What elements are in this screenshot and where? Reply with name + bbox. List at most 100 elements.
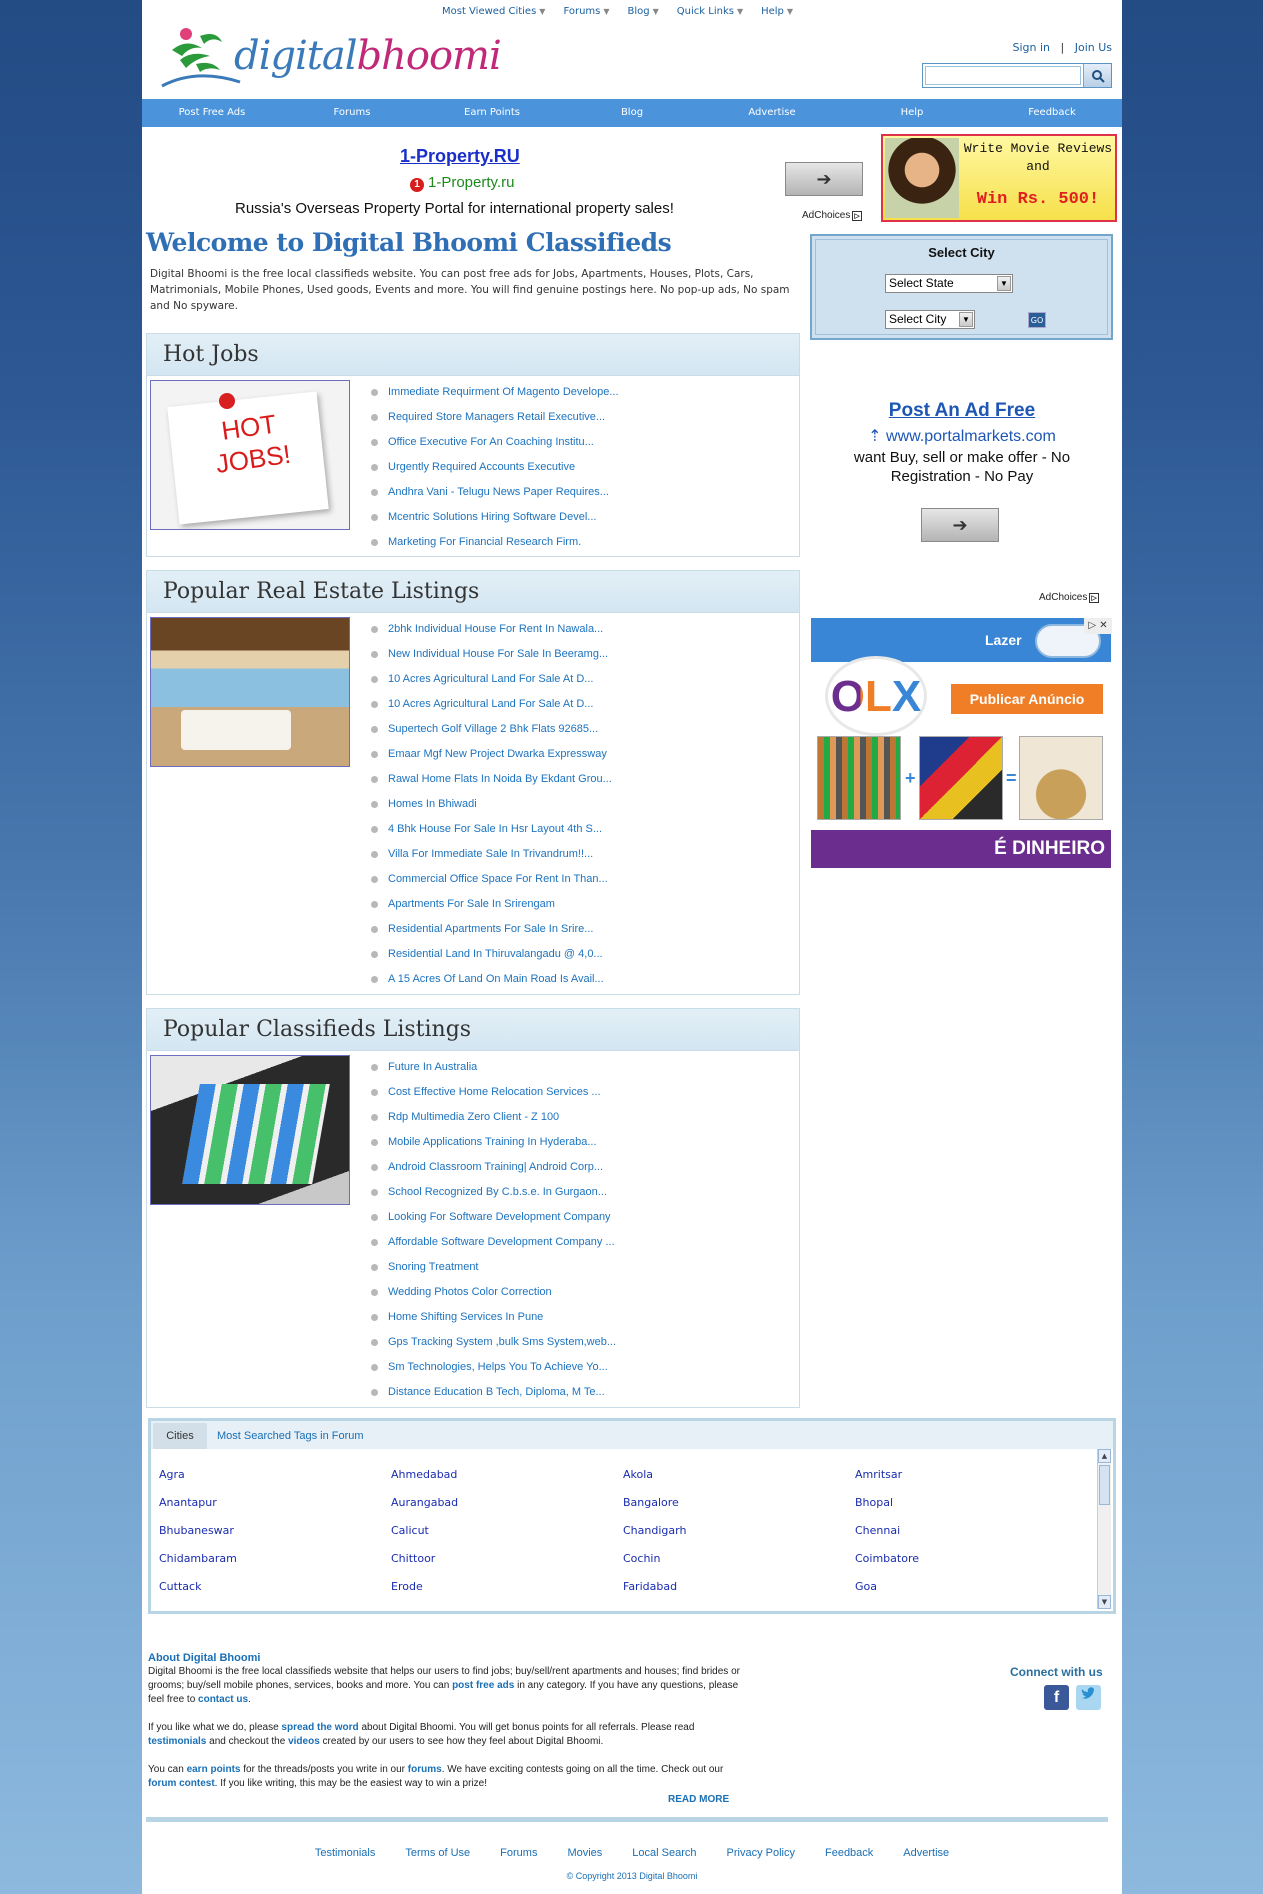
- search-button[interactable]: [1083, 64, 1111, 87]
- movie-review-ad[interactable]: Write Movie Reviews and Win Rs. 500!: [881, 134, 1117, 222]
- city-link[interactable]: Cuttack: [159, 1573, 391, 1601]
- hot-jobs-image[interactable]: HOT JOBS!: [150, 380, 350, 530]
- list-item[interactable]: Android Classroom Training| Android Corp…: [371, 1155, 616, 1180]
- list-item[interactable]: Marketing For Financial Research Firm.: [371, 530, 619, 555]
- real-estate-image[interactable]: [150, 617, 350, 767]
- city-select[interactable]: Select City ▼: [885, 310, 975, 329]
- list-item[interactable]: Affordable Software Development Company …: [371, 1230, 616, 1255]
- list-item[interactable]: Gps Tracking System ,bulk Sms System,web…: [371, 1330, 616, 1355]
- list-item[interactable]: Supertech Golf Village 2 Bhk Flats 92685…: [371, 717, 612, 742]
- city-link[interactable]: Akola: [623, 1461, 855, 1489]
- city-link[interactable]: Bhopal: [855, 1489, 1087, 1517]
- city-link[interactable]: Chennai: [855, 1517, 1087, 1545]
- list-item[interactable]: Home Shifting Services In Pune: [371, 1305, 616, 1330]
- city-link[interactable]: Goa: [855, 1573, 1087, 1601]
- list-item[interactable]: 2bhk Individual House For Rent In Nawala…: [371, 617, 612, 642]
- nav-feedback[interactable]: Feedback: [982, 99, 1122, 127]
- city-link[interactable]: Bangalore: [623, 1489, 855, 1517]
- list-item[interactable]: Snoring Treatment: [371, 1255, 616, 1280]
- earn-points-link[interactable]: earn points: [187, 1764, 241, 1775]
- footer-link-feedback[interactable]: Feedback: [825, 1847, 873, 1859]
- city-link[interactable]: Chittoor: [391, 1545, 623, 1573]
- property-ad-arrow-button[interactable]: ➔: [785, 162, 863, 196]
- tab-cities[interactable]: Cities: [153, 1423, 207, 1449]
- adchoices-label[interactable]: AdChoices ▷: [802, 210, 862, 221]
- scroll-down-icon[interactable]: ▼: [1098, 1595, 1111, 1609]
- top-nav-help[interactable]: Help ▼: [761, 6, 793, 17]
- list-item[interactable]: Office Executive For An Coaching Institu…: [371, 430, 619, 455]
- adchoices-label[interactable]: AdChoices ▷: [1039, 592, 1099, 603]
- city-link[interactable]: Amritsar: [855, 1461, 1087, 1489]
- city-link[interactable]: Erode: [391, 1573, 623, 1601]
- property-ad-url[interactable]: 1 1-Property.ru: [410, 174, 514, 192]
- forum-contest-link[interactable]: forum contest: [148, 1778, 215, 1789]
- list-item[interactable]: Distance Education B Tech, Diploma, M Te…: [371, 1380, 616, 1405]
- footer-link-advertise[interactable]: Advertise: [903, 1847, 949, 1859]
- list-item[interactable]: Cost Effective Home Relocation Services …: [371, 1080, 616, 1105]
- facebook-icon[interactable]: f: [1044, 1685, 1069, 1710]
- city-link[interactable]: Faridabad: [623, 1573, 855, 1601]
- footer-link-forums[interactable]: Forums: [500, 1847, 537, 1859]
- olx-publish-button[interactable]: Publicar Anúncio: [951, 684, 1103, 714]
- footer-link-local-search[interactable]: Local Search: [632, 1847, 696, 1859]
- nav-blog[interactable]: Blog: [562, 99, 702, 127]
- list-item[interactable]: Looking For Software Development Company: [371, 1205, 616, 1230]
- post-ad-url[interactable]: ⇡ www.portalmarkets.com: [812, 426, 1112, 446]
- post-ad-title[interactable]: Post An Ad Free: [812, 400, 1112, 422]
- sign-in-link[interactable]: Sign in: [1012, 41, 1050, 54]
- spread-the-word-link[interactable]: spread the word: [281, 1722, 358, 1733]
- city-link[interactable]: Calicut: [391, 1517, 623, 1545]
- list-item[interactable]: 10 Acres Agricultural Land For Sale At D…: [371, 692, 612, 717]
- list-item[interactable]: Rdp Multimedia Zero Client - Z 100: [371, 1105, 616, 1130]
- nav-forums[interactable]: Forums: [282, 99, 422, 127]
- list-item[interactable]: Mobile Applications Training In Hyderaba…: [371, 1130, 616, 1155]
- list-item[interactable]: Future In Australia: [371, 1055, 616, 1080]
- list-item[interactable]: Residential Land In Thiruvalangadu @ 4,0…: [371, 942, 612, 967]
- twitter-icon[interactable]: [1076, 1685, 1101, 1710]
- city-link[interactable]: Cochin: [623, 1545, 855, 1573]
- scroll-up-icon[interactable]: ▲: [1098, 1449, 1111, 1463]
- list-item[interactable]: Commercial Office Space For Rent In Than…: [371, 867, 612, 892]
- list-item[interactable]: Mcentric Solutions Hiring Software Devel…: [371, 505, 619, 530]
- scrollbar-thumb[interactable]: [1099, 1465, 1110, 1505]
- list-item[interactable]: Residential Apartments For Sale In Srire…: [371, 917, 612, 942]
- top-nav-forums[interactable]: Forums ▼: [563, 6, 609, 17]
- list-item[interactable]: New Individual House For Sale In Beeramg…: [371, 642, 612, 667]
- join-us-link[interactable]: Join Us: [1075, 41, 1112, 54]
- list-item[interactable]: Villa For Immediate Sale In Trivandrum!!…: [371, 842, 612, 867]
- forums-link[interactable]: forums: [408, 1764, 442, 1775]
- nav-advertise[interactable]: Advertise: [702, 99, 842, 127]
- city-link[interactable]: Aurangabad: [391, 1489, 623, 1517]
- list-item[interactable]: Immediate Requirment Of Magento Develope…: [371, 380, 619, 405]
- city-link[interactable]: Agra: [159, 1461, 391, 1489]
- list-item[interactable]: Urgently Required Accounts Executive: [371, 455, 619, 480]
- top-nav-blog[interactable]: Blog ▼: [628, 6, 659, 17]
- site-logo[interactable]: digitalbhoomi: [156, 20, 502, 92]
- list-item[interactable]: 4 Bhk House For Sale In Hsr Layout 4th S…: [371, 817, 612, 842]
- city-link[interactable]: Chidambaram: [159, 1545, 391, 1573]
- testimonials-link[interactable]: testimonials: [148, 1736, 206, 1747]
- videos-link[interactable]: videos: [288, 1736, 320, 1747]
- list-item[interactable]: A 15 Acres Of Land On Main Road Is Avail…: [371, 967, 612, 992]
- nav-help[interactable]: Help: [842, 99, 982, 127]
- list-item[interactable]: Emaar Mgf New Project Dwarka Expressway: [371, 742, 612, 767]
- read-more-link[interactable]: READ MORE: [668, 1794, 729, 1805]
- list-item[interactable]: 10 Acres Agricultural Land For Sale At D…: [371, 667, 612, 692]
- list-item[interactable]: Homes In Bhiwadi: [371, 792, 612, 817]
- city-link[interactable]: Chandigarh: [623, 1517, 855, 1545]
- nav-post-free-ads[interactable]: Post Free Ads: [142, 99, 282, 127]
- footer-link-movies[interactable]: Movies: [567, 1847, 602, 1859]
- list-item[interactable]: Wedding Photos Color Correction: [371, 1280, 616, 1305]
- search-input[interactable]: [925, 66, 1081, 85]
- top-nav-quick-links[interactable]: Quick Links ▼: [677, 6, 743, 17]
- tab-most-searched-tags[interactable]: Most Searched Tags in Forum: [217, 1423, 364, 1449]
- city-link[interactable]: Ahmedabad: [391, 1461, 623, 1489]
- classifieds-image[interactable]: [150, 1055, 350, 1205]
- list-item[interactable]: Required Store Managers Retail Executive…: [371, 405, 619, 430]
- nav-earn-points[interactable]: Earn Points: [422, 99, 562, 127]
- top-nav-most-viewed-cities[interactable]: Most Viewed Cities ▼: [442, 6, 545, 17]
- city-link[interactable]: Anantapur: [159, 1489, 391, 1517]
- contact-us-link[interactable]: contact us: [198, 1694, 248, 1705]
- list-item[interactable]: School Recognized By C.b.s.e. In Gurgaon…: [371, 1180, 616, 1205]
- list-item[interactable]: Rawal Home Flats In Noida By Ekdant Grou…: [371, 767, 612, 792]
